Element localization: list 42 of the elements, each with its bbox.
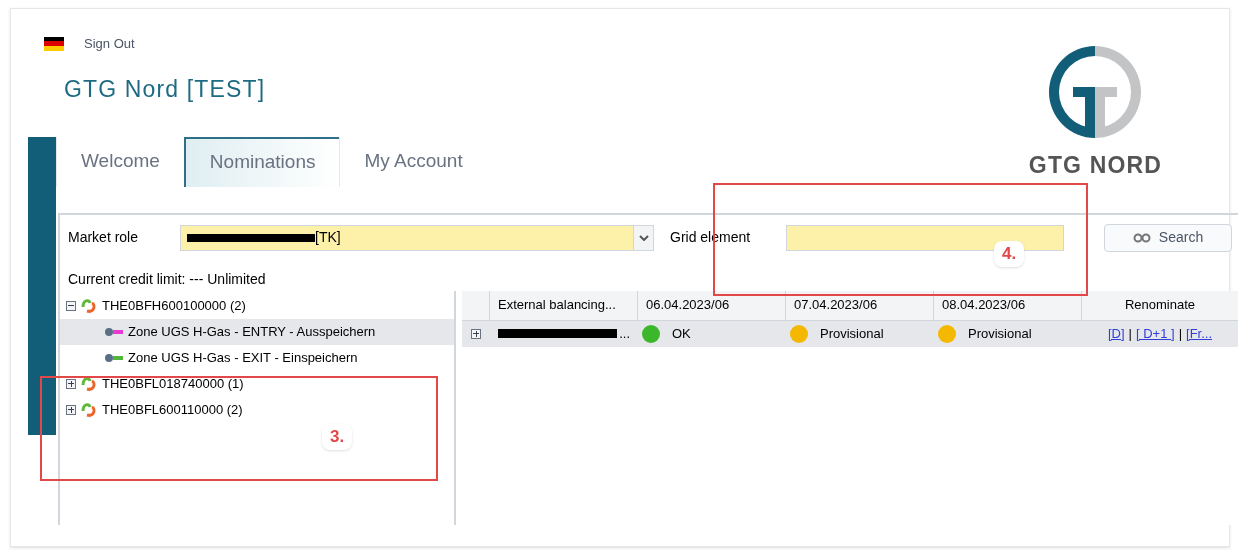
expand-icon[interactable] — [66, 378, 76, 389]
separator-text: | — [1128, 324, 1132, 343]
table-cell-text: ... — [619, 324, 630, 343]
nav-tab[interactable]: Welcome — [56, 136, 184, 187]
renominate-link[interactable]: [ D+1 ] — [1135, 323, 1175, 344]
tree-leaf[interactable]: Zone UGS H-Gas - ENTRY - Ausspeichern — [60, 318, 454, 345]
field-label: Market role — [68, 228, 140, 247]
market-role-select[interactable]: [TK] — [180, 224, 654, 251]
binoculars-icon — [1132, 232, 1151, 243]
column-header: 07.04.2023/06 — [786, 290, 934, 320]
german-flag-icon[interactable] — [44, 36, 64, 51]
column-header: Renominate — [1123, 296, 1197, 315]
nav-tab[interactable]: Nominations — [183, 136, 340, 187]
status-text: Provisional — [820, 324, 884, 343]
status-text: Provisional — [968, 324, 1032, 343]
tree-leaf[interactable]: Zone UGS H-Gas - EXIT - Einspeichern — [60, 344, 454, 371]
status-text: OK — [672, 324, 691, 343]
credit-limit-text: Current credit limit: --- Unlimited — [67, 269, 267, 289]
expand-icon[interactable] — [471, 328, 481, 339]
column-header: 08.04.2023/06 — [934, 290, 1082, 320]
search-button[interactable]: Search — [1104, 223, 1232, 252]
sign-out-link[interactable]: Sign Out — [84, 34, 135, 54]
tree-node[interactable]: THE0BFL018740000 (1) — [60, 370, 454, 397]
node-icon — [80, 400, 98, 419]
nav-tab[interactable]: My Account — [339, 136, 487, 187]
collapse-icon[interactable] — [66, 300, 76, 311]
separator-text: | — [1178, 324, 1183, 343]
zone-icon — [104, 352, 124, 363]
dropdown-caret-icon — [633, 225, 653, 250]
renominate-link[interactable]: [Fr... — [1186, 323, 1213, 344]
node-icon — [80, 296, 98, 315]
renominate-link[interactable]: [D] — [1107, 323, 1125, 344]
site-title: GTG Nord [TEST] — [63, 74, 267, 104]
zone-icon — [104, 326, 124, 337]
annotation-label: 3. — [322, 424, 353, 450]
column-header: 06.04.2023/06 — [638, 290, 786, 320]
column-header: External balancing... — [490, 290, 638, 320]
annotation-label: 4. — [994, 241, 1025, 267]
expand-icon[interactable] — [66, 404, 76, 415]
tree-node[interactable]: THE0BFL600110000 (2) — [60, 396, 454, 423]
logo-text: GTG NORD — [1028, 151, 1162, 180]
tree-node[interactable]: THE0BFH600100000 (2) — [60, 292, 454, 319]
